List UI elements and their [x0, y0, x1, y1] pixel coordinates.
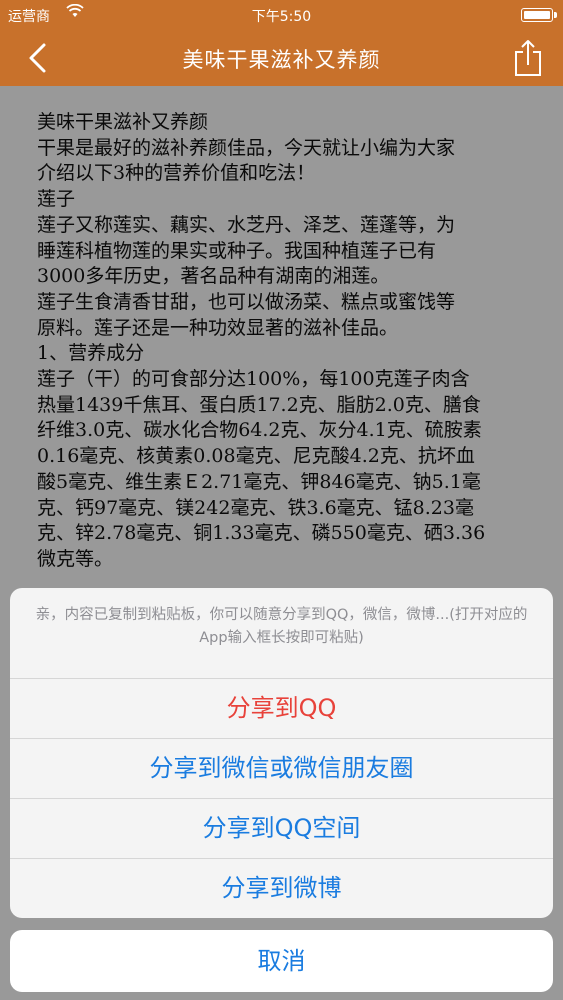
page-title: 美味干果滋补又养颜 — [182, 48, 381, 72]
chevron-left-icon — [29, 43, 46, 73]
share-weibo-button[interactable]: 分享到微博 — [10, 859, 553, 918]
action-sheet-message: 亲，内容已复制到粘贴板，你可以随意分享到QQ，微信，微博...(打开对应的App… — [10, 588, 553, 679]
status-bar: 运营商 下午5:50 — [0, 0, 563, 30]
status-time: 下午5:50 — [251, 9, 312, 25]
share-button[interactable] — [511, 38, 545, 78]
share-qzone-button[interactable]: 分享到QQ空间 — [10, 799, 553, 859]
share-wechat-button[interactable]: 分享到微信或微信朋友圈 — [10, 739, 553, 799]
share-icon — [515, 40, 541, 76]
battery-icon — [521, 8, 557, 22]
cancel-button[interactable]: 取消 — [10, 930, 553, 992]
share-qq-button[interactable]: 分享到QQ — [10, 679, 553, 739]
navigation-bar: 美味干果滋补又养颜 — [0, 30, 563, 86]
share-action-sheet: 亲，内容已复制到粘贴板，你可以随意分享到QQ，微信，微博...(打开对应的App… — [10, 588, 553, 918]
back-button[interactable] — [24, 42, 54, 74]
